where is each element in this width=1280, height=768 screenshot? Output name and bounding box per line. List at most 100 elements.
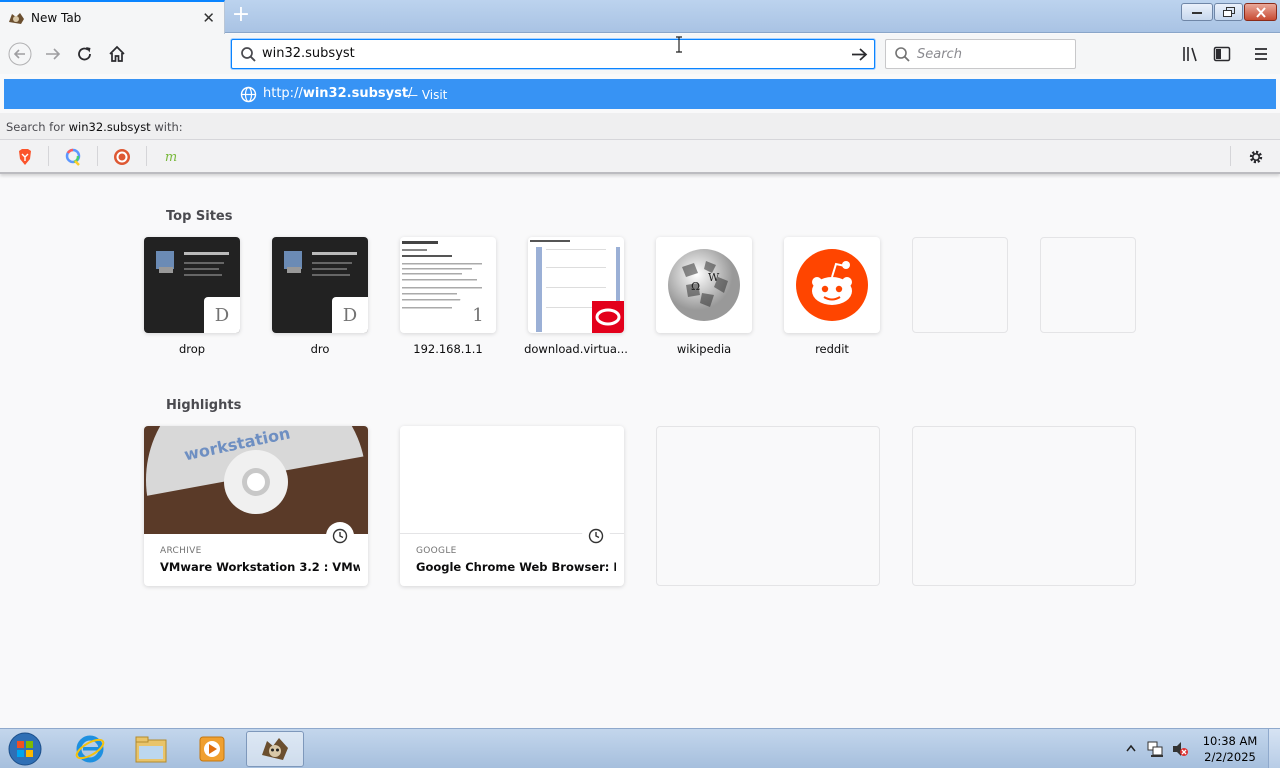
highlight-source: GOOGLE bbox=[416, 546, 457, 556]
brave-icon bbox=[19, 149, 31, 165]
highlight-title: VMware Workstation 3.2 : VMw... bbox=[160, 560, 360, 574]
top-site-label[interactable]: dro bbox=[256, 342, 384, 356]
tab-title: New Tab bbox=[31, 11, 82, 25]
top-site-tile-wikipedia[interactable]: ΩW bbox=[656, 237, 752, 333]
top-site-label[interactable]: drop bbox=[128, 342, 256, 356]
highlight-thumbnail: workstation bbox=[144, 426, 368, 586]
highlight-card-google[interactable]: GOOGLE Google Chrome Web Browser: Fi... bbox=[400, 426, 624, 586]
search-with-label: Search for win32.subsyst with: bbox=[6, 120, 183, 134]
clock-icon bbox=[582, 522, 610, 550]
show-hidden-icons-icon[interactable] bbox=[1126, 744, 1136, 752]
taskbar-clock-time[interactable]: 10:38 AM bbox=[1200, 734, 1260, 748]
url-bar[interactable]: win32.subsyst bbox=[231, 39, 875, 69]
firefox-tab-icon bbox=[9, 12, 24, 24]
menu-icon bbox=[1255, 48, 1267, 60]
show-desktop-button[interactable] bbox=[1268, 729, 1280, 768]
top-site-empty-slot bbox=[912, 237, 1008, 333]
text-cursor-icon bbox=[676, 36, 682, 53]
suggestion-visit-label: — Visit bbox=[406, 88, 448, 102]
tab-close-icon[interactable]: ✕ bbox=[202, 10, 215, 26]
search-bar[interactable]: Search bbox=[885, 39, 1076, 69]
minimize-button[interactable] bbox=[1181, 3, 1213, 21]
taskbar-internet-explorer[interactable] bbox=[62, 731, 118, 767]
highlight-card-archive[interactable]: workstation ARCHIVE VMware Workstation 3… bbox=[144, 426, 368, 586]
wikipedia-logo-icon: ΩW bbox=[668, 249, 740, 321]
one-off-search-engines: m bbox=[0, 140, 1280, 174]
go-arrow-icon[interactable] bbox=[850, 46, 868, 63]
close-icon bbox=[1255, 6, 1266, 18]
start-button[interactable] bbox=[0, 731, 50, 767]
clock-icon bbox=[326, 522, 354, 550]
forward-button[interactable] bbox=[41, 42, 65, 66]
mojeek-search-button[interactable]: m bbox=[161, 147, 181, 167]
taskbar-file-explorer[interactable] bbox=[123, 731, 179, 767]
highlights-title: Highlights bbox=[166, 398, 242, 413]
sidebar-button[interactable] bbox=[1210, 42, 1234, 66]
media-player-icon bbox=[199, 736, 225, 762]
library-button[interactable] bbox=[1178, 42, 1202, 66]
top-site-empty-slot bbox=[1040, 237, 1136, 333]
restore-button[interactable] bbox=[1214, 3, 1243, 21]
highlight-thumbnail bbox=[400, 426, 624, 534]
search-with-header: Search for win32.subsyst with: bbox=[0, 113, 1280, 140]
sidebar-icon bbox=[1213, 46, 1231, 62]
search-settings-button[interactable] bbox=[1246, 147, 1266, 167]
qwant-search-button[interactable] bbox=[63, 147, 83, 167]
back-button[interactable] bbox=[8, 42, 32, 66]
top-sites-title: Top Sites bbox=[166, 209, 233, 224]
highlight-source: ARCHIVE bbox=[160, 546, 202, 556]
top-site-label[interactable]: wikipedia bbox=[640, 342, 768, 356]
reddit-logo-icon bbox=[796, 249, 868, 321]
taskbar-media-player[interactable] bbox=[184, 731, 240, 767]
gear-icon bbox=[1249, 150, 1263, 164]
top-site-label[interactable]: download.virtua... bbox=[512, 342, 640, 356]
globe-icon bbox=[240, 86, 257, 103]
file-explorer-icon bbox=[135, 736, 167, 763]
site-badge: D bbox=[204, 297, 240, 333]
home-button[interactable] bbox=[105, 42, 129, 66]
network-icon[interactable] bbox=[1146, 740, 1164, 758]
new-tab-button[interactable]: + bbox=[230, 4, 252, 27]
reload-button[interactable] bbox=[73, 42, 97, 66]
highlight-title: Google Chrome Web Browser: Fi... bbox=[416, 560, 616, 574]
top-site-tile-router[interactable]: 1 bbox=[400, 237, 496, 333]
close-window-button[interactable] bbox=[1244, 3, 1277, 21]
start-orb-icon bbox=[8, 732, 42, 766]
top-site-tile-reddit[interactable] bbox=[784, 237, 880, 333]
restore-icon bbox=[1222, 6, 1235, 17]
site-badge: 1 bbox=[460, 297, 496, 333]
svg-text:W: W bbox=[708, 271, 720, 284]
taskbar-clock-date[interactable]: 2/2/2025 bbox=[1200, 750, 1260, 764]
top-site-tile-virtualbox[interactable] bbox=[528, 237, 624, 333]
top-site-tile-dro[interactable]: D bbox=[272, 237, 368, 333]
brave-search-button[interactable] bbox=[15, 147, 35, 167]
top-site-tile-drop[interactable]: D bbox=[144, 237, 240, 333]
tab-new-tab[interactable]: New Tab ✕ bbox=[0, 0, 225, 34]
search-input[interactable]: Search bbox=[917, 47, 962, 62]
site-badge: D bbox=[332, 297, 368, 333]
library-icon bbox=[1183, 47, 1197, 62]
taskbar-firefox[interactable] bbox=[246, 731, 304, 767]
volume-muted-icon[interactable] bbox=[1171, 740, 1189, 758]
minimize-icon bbox=[1192, 12, 1202, 14]
mojeek-icon: m bbox=[164, 149, 178, 165]
qwant-icon bbox=[65, 148, 81, 166]
duckduckgo-search-button[interactable] bbox=[112, 147, 132, 167]
forward-icon bbox=[46, 48, 61, 60]
svg-text:Ω: Ω bbox=[691, 280, 700, 293]
internet-explorer-icon bbox=[75, 735, 105, 763]
menu-button[interactable] bbox=[1249, 42, 1273, 66]
highlight-empty-slot bbox=[656, 426, 880, 586]
highlight-empty-slot bbox=[912, 426, 1136, 586]
search-icon bbox=[895, 47, 910, 62]
suggestion-url: http://win32.subsyst/ bbox=[263, 86, 413, 101]
search-icon bbox=[241, 47, 256, 62]
site-screenshot bbox=[530, 240, 624, 333]
back-icon bbox=[8, 42, 32, 66]
top-site-label[interactable]: 192.168.1.1 bbox=[384, 342, 512, 356]
url-suggestion-row[interactable]: http://win32.subsyst/ — Visit bbox=[4, 79, 1276, 109]
taskbar: 10:38 AM 2/2/2025 bbox=[0, 728, 1280, 768]
top-site-label[interactable]: reddit bbox=[768, 342, 896, 356]
duckduckgo-icon bbox=[114, 149, 130, 165]
url-input[interactable]: win32.subsyst bbox=[262, 46, 355, 61]
